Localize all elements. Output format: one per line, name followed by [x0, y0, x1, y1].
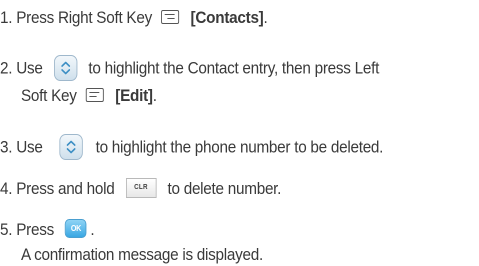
ok-key-icon: OK — [65, 219, 87, 239]
step-number: 4. — [0, 179, 13, 198]
confirmation-note: A confirmation message is displayed. — [21, 245, 264, 264]
step-text-end: . — [90, 220, 95, 239]
step-2-continued: Soft Key [Edit]. — [21, 85, 157, 107]
step-3: 3. Use to highlight the phone number to … — [0, 134, 384, 161]
step-5: 5. Press OK. — [0, 219, 95, 241]
left-soft-key-icon — [86, 87, 105, 102]
navigation-key-icon — [59, 134, 83, 160]
clr-key-icon: CLR — [125, 177, 157, 198]
step-number: 1. — [0, 8, 13, 27]
step-5-continued: A confirmation message is displayed. — [21, 244, 263, 266]
step-text: Use — [16, 58, 43, 78]
step-text-end: . — [263, 8, 268, 27]
step-2: 2. Use to highlight the Contact entry, t… — [0, 55, 380, 82]
step-text: to delete number. — [167, 179, 282, 198]
step-number: 3. — [0, 137, 13, 157]
step-number: 2. — [0, 58, 13, 78]
step-text: to highlight the phone number to be dele… — [95, 137, 384, 157]
step-text: Use — [16, 137, 43, 157]
step-4: 4. Press and hold CLR to delete number. — [0, 177, 282, 200]
contacts-label: [Contacts] — [190, 8, 264, 27]
step-text: Press — [16, 220, 54, 239]
step-number: 5. — [0, 220, 13, 239]
step-text: to highlight the Contact entry, then pre… — [88, 58, 380, 78]
step-text-end: . — [152, 86, 157, 105]
edit-label: [Edit] — [115, 86, 153, 105]
step-text: Soft Key — [21, 86, 77, 105]
step-text: Press Right Soft Key — [16, 8, 152, 27]
step-1: 1. Press Right Soft Key [Contacts]. — [0, 7, 268, 29]
navigation-key-icon — [53, 55, 78, 81]
step-text: Press and hold — [16, 179, 115, 198]
right-soft-key-icon — [161, 9, 180, 24]
